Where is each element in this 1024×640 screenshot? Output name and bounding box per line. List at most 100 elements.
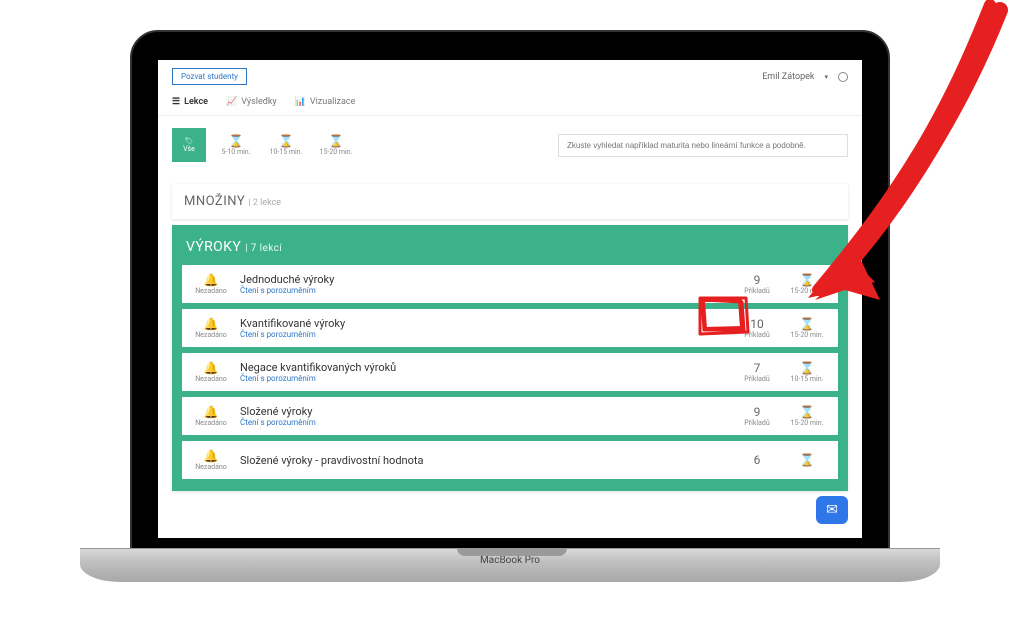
examples-count: 9 Příkladů xyxy=(738,405,776,427)
chat-button[interactable]: ✉ xyxy=(816,496,848,524)
filter-5-10[interactable]: ⌛ 5-10 min. xyxy=(216,134,256,156)
assign-label: Nezadáno xyxy=(195,463,227,471)
section-mnoziny-header[interactable]: MNOŽINY | 2 lekce xyxy=(172,184,848,219)
lesson-category-link[interactable]: Čtení s porozuměním xyxy=(240,330,728,339)
count-label: Příkladů xyxy=(744,331,769,339)
examples-count: 10 Příkladů xyxy=(738,317,776,339)
lesson-card[interactable]: 🔔 Nezadáno Složené výroky Čtení s porozu… xyxy=(182,397,838,435)
hourglass-icon: ⌛ xyxy=(329,134,344,148)
count-number: 7 xyxy=(754,361,761,375)
bell-icon: 🔔 xyxy=(204,317,219,331)
examples-count: 7 Příkladů xyxy=(738,361,776,383)
lesson-title-col: Složené výroky Čtení s porozuměním xyxy=(240,405,728,427)
duration: ⌛ 15-20 min. xyxy=(786,317,828,339)
user-name-label: Emil Zátopek xyxy=(762,72,814,82)
app-screen: Pozvat studenty Emil Zátopek ▾ ☰ Lekce 📈… xyxy=(158,60,862,538)
lesson-category-link[interactable]: Čtení s porozuměním xyxy=(240,418,728,427)
duration-label: 15-20 min. xyxy=(791,331,824,339)
duration: ⌛ 10-15 min. xyxy=(786,361,828,383)
duration-label: 10-15 min. xyxy=(791,375,824,383)
search-box xyxy=(558,134,848,157)
assign-label: Nezadáno xyxy=(195,331,227,339)
assign-status: 🔔 Nezadáno xyxy=(192,449,230,471)
laptop-frame: Pozvat studenty Emil Zátopek ▾ ☰ Lekce 📈… xyxy=(130,30,890,550)
assign-status: 🔔 Nezadáno xyxy=(192,317,230,339)
filter-label: 15-20 min. xyxy=(320,148,353,156)
filter-row: 🏷 Vše ⌛ 5-10 min. ⌛ 10-15 min. ⌛ 15-20 m… xyxy=(158,116,862,174)
search-input[interactable] xyxy=(558,134,848,157)
duration: ⌛ 15-20 min. xyxy=(786,405,828,427)
duration-label: 15-20 min. xyxy=(791,287,824,295)
caret-down-icon: ▾ xyxy=(824,73,828,81)
count-number: 9 xyxy=(754,405,761,419)
tab-label: Lekce xyxy=(184,97,208,107)
section-vyroky-header[interactable]: VÝROKY | 7 lekcí xyxy=(182,235,838,265)
lesson-card[interactable]: 🔔 Nezadáno Negace kvantifikovaných výrok… xyxy=(182,353,838,391)
hourglass-icon: ⌛ xyxy=(800,273,815,287)
tab-lekce[interactable]: ☰ Lekce xyxy=(172,97,208,107)
lesson-title: Jednoduché výroky xyxy=(240,273,728,286)
filter-10-15[interactable]: ⌛ 10-15 min. xyxy=(266,134,306,156)
count-label: Příkladů xyxy=(744,419,769,427)
laptop-notch xyxy=(457,548,567,556)
chart-line-icon: 📈 xyxy=(226,97,237,107)
tab-vizualizace[interactable]: 📊 Vizualizace xyxy=(295,97,356,107)
hourglass-icon: ⌛ xyxy=(800,453,815,467)
examples-count: 6 xyxy=(738,453,776,467)
count-number: 10 xyxy=(750,317,764,331)
assign-status: 🔔 Nezadáno xyxy=(192,361,230,383)
globe-icon xyxy=(838,72,848,82)
hourglass-icon: ⌛ xyxy=(800,317,815,331)
hourglass-icon: ⌛ xyxy=(229,134,244,148)
lesson-category-link[interactable]: Čtení s porozuměním xyxy=(240,286,728,295)
examples-count: 9 Příkladů xyxy=(738,273,776,295)
hourglass-icon: ⌛ xyxy=(800,361,815,375)
lesson-card[interactable]: 🔔 Nezadáno Složené výroky - pravdivostní… xyxy=(182,441,838,479)
laptop-label: MacBook Pro xyxy=(480,555,540,566)
lesson-title: Složené výroky - pravdivostní hodnota xyxy=(240,454,728,467)
lesson-title: Složené výroky xyxy=(240,405,728,418)
duration: ⌛ 15-20 min. xyxy=(786,273,828,295)
lesson-title-col: Kvantifikované výroky Čtení s porozumění… xyxy=(240,317,728,339)
nav-tabs: ☰ Lekce 📈 Výsledky 📊 Vizualizace xyxy=(158,93,862,116)
assign-label: Nezadáno xyxy=(195,375,227,383)
section-title: MNOŽINY xyxy=(184,194,245,209)
invite-students-button[interactable]: Pozvat studenty xyxy=(172,68,247,85)
user-menu[interactable]: Emil Zátopek ▾ xyxy=(762,72,848,82)
lesson-title-col: Složené výroky - pravdivostní hodnota xyxy=(240,454,728,467)
count-label: Příkladů xyxy=(744,375,769,383)
filter-15-20[interactable]: ⌛ 15-20 min. xyxy=(316,134,356,156)
lesson-card[interactable]: 🔔 Nezadáno Jednoduché výroky Čtení s por… xyxy=(182,265,838,303)
section-count: | 7 lekcí xyxy=(245,243,282,254)
count-label: Příkladů xyxy=(744,287,769,295)
assign-label: Nezadáno xyxy=(195,419,227,427)
envelope-icon: ✉ xyxy=(826,502,838,518)
filter-all-label: Vše xyxy=(183,145,195,153)
assign-label: Nezadáno xyxy=(195,287,227,295)
tab-label: Výsledky xyxy=(241,97,276,107)
duration-label: 15-20 min. xyxy=(791,419,824,427)
count-number: 6 xyxy=(754,453,761,467)
section-vyroky: VÝROKY | 7 lekcí 🔔 Nezadáno Jednoduché v… xyxy=(172,225,848,491)
lesson-card[interactable]: 🔔 Nezadáno Kvantifikované výroky Čtení s… xyxy=(182,309,838,347)
lesson-title-col: Negace kvantifikovaných výroků Čtení s p… xyxy=(240,361,728,383)
filter-all-button[interactable]: 🏷 Vše xyxy=(172,128,206,162)
lesson-title: Negace kvantifikovaných výroků xyxy=(240,361,728,374)
tag-icon: 🏷 xyxy=(185,137,194,145)
bell-icon: 🔔 xyxy=(204,405,219,419)
bar-chart-icon: 📊 xyxy=(295,97,306,107)
filter-label: 5-10 min. xyxy=(221,148,250,156)
tab-vysledky[interactable]: 📈 Výsledky xyxy=(226,97,277,107)
bell-icon: 🔔 xyxy=(204,361,219,375)
hourglass-icon: ⌛ xyxy=(279,134,294,148)
section-count: | 2 lekce xyxy=(248,198,281,208)
lesson-category-link[interactable]: Čtení s porozuměním xyxy=(240,374,728,383)
assign-status: 🔔 Nezadáno xyxy=(192,405,230,427)
bell-icon: 🔔 xyxy=(204,273,219,287)
topbar: Pozvat studenty Emil Zátopek ▾ xyxy=(158,60,862,93)
lesson-title: Kvantifikované výroky xyxy=(240,317,728,330)
tab-label: Vizualizace xyxy=(310,97,355,107)
hourglass-icon: ⌛ xyxy=(800,405,815,419)
lesson-title-col: Jednoduché výroky Čtení s porozuměním xyxy=(240,273,728,295)
assign-status: 🔔 Nezadáno xyxy=(192,273,230,295)
